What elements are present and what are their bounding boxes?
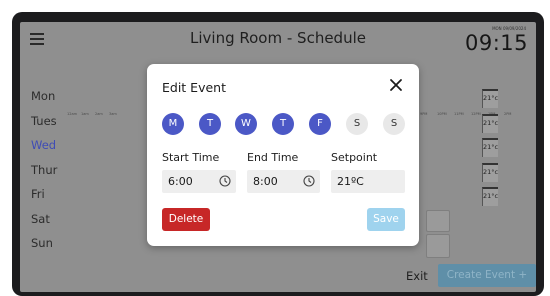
end-time-label: End Time <box>247 151 299 164</box>
day-toggle-monday[interactable]: M <box>162 113 184 135</box>
day-label-thur: Thur <box>31 162 58 177</box>
exit-button[interactable]: Exit <box>406 269 428 283</box>
page-title: Living Room - Schedule <box>190 29 366 47</box>
day-label-wed: Wed <box>31 138 57 152</box>
schedule-slot[interactable] <box>426 210 450 232</box>
hour-label: 2PM <box>504 112 512 116</box>
clock-icon[interactable] <box>219 175 231 187</box>
day-toggle-sunday[interactable]: S <box>383 113 405 135</box>
day-toggle-tuesday[interactable]: T <box>199 113 221 135</box>
start-time-field[interactable]: 6:00 <box>162 170 236 193</box>
top-bar: Living Room - Schedule MON 09/09/2024 09… <box>20 22 536 62</box>
end-time-field[interactable]: 8:00 <box>247 170 320 193</box>
clock-icon[interactable] <box>303 175 315 187</box>
hour-label: 11PM <box>454 112 464 116</box>
schedule-event-block[interactable]: 21°c <box>482 187 498 206</box>
dialog-title: Edit Event <box>162 80 226 95</box>
setpoint-value: 21ºC <box>337 175 364 188</box>
day-label-fri: Fri <box>31 187 45 201</box>
day-toggle-wednesday[interactable]: W <box>235 113 257 135</box>
clock-display: 09:15 <box>464 31 528 55</box>
schedule-event-block[interactable]: 21°c <box>482 163 498 182</box>
day-toggle-friday[interactable]: F <box>309 113 331 135</box>
hour-label: 3am <box>109 112 117 116</box>
day-label-tues: Tues <box>31 113 57 128</box>
day-toggle-thursday[interactable]: T <box>272 113 294 135</box>
delete-button[interactable]: Delete <box>162 208 210 231</box>
save-button[interactable]: Save <box>367 208 405 231</box>
close-icon[interactable] <box>389 78 403 92</box>
schedule-event-block[interactable]: 21°c <box>482 114 498 133</box>
setpoint-label: Setpoint <box>331 151 378 164</box>
day-label-sat: Sat <box>31 211 50 226</box>
day-toggle-saturday[interactable]: S <box>346 113 368 135</box>
hour-label: 9PM <box>420 112 428 116</box>
start-time-value: 6:00 <box>168 175 193 188</box>
setpoint-field[interactable]: 21ºC <box>331 170 405 193</box>
end-time-value: 8:00 <box>253 175 278 188</box>
day-label-mon: Mon <box>31 89 56 103</box>
start-time-label: Start Time <box>162 151 220 164</box>
hour-label: 12PM <box>471 112 481 116</box>
day-label-sun: Sun <box>31 236 53 250</box>
hour-label: 12am <box>67 112 78 116</box>
hour-label: 1am <box>81 112 89 116</box>
schedule-event-block[interactable]: 21°c <box>482 89 498 108</box>
edit-event-dialog: Edit Event M T W T F S S Start Time End … <box>147 64 419 246</box>
hour-label: 10PM <box>437 112 447 116</box>
create-event-button[interactable]: Create Event + <box>438 264 536 287</box>
hour-label: 2am <box>95 112 103 116</box>
schedule-event-block[interactable]: 21°c <box>482 138 498 157</box>
day-list: Mon Tues Wed Thur Fri Sat Sun <box>31 88 57 260</box>
schedule-slot[interactable] <box>426 234 450 258</box>
